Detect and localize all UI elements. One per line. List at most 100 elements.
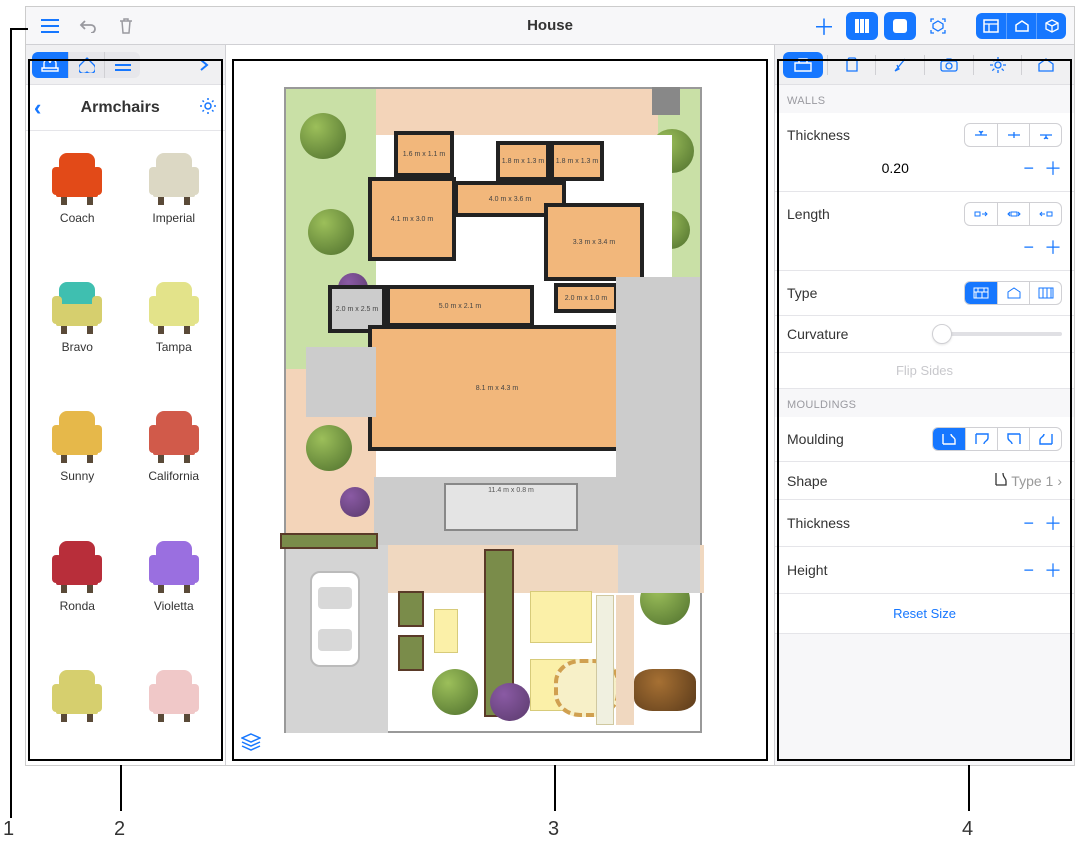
room: 1.6 m x 1.1 m <box>394 131 454 177</box>
layers-icon[interactable] <box>238 731 264 753</box>
moulding-thickness-decrease[interactable]: − <box>1023 513 1034 534</box>
chair-thumbnail <box>142 399 206 463</box>
gear-icon[interactable] <box>199 97 217 118</box>
callout-line-2 <box>120 765 122 811</box>
view-2d-icon[interactable] <box>976 13 1006 39</box>
callout-line-4 <box>968 765 970 811</box>
length-decrease[interactable]: − <box>1023 237 1034 258</box>
thickness-align-center[interactable] <box>997 124 1029 146</box>
length-anchor-left[interactable] <box>965 203 997 225</box>
thickness-increase[interactable]: ＋ <box>1044 155 1062 181</box>
reset-size-button[interactable]: Reset Size <box>775 594 1074 634</box>
library-materials-icon[interactable] <box>68 52 104 78</box>
library-toggle-icon[interactable] <box>846 12 878 40</box>
canvas-area[interactable]: 1.6 m x 1.1 m 1.8 m x 1.3 m 1.8 m x 1.3 … <box>226 45 774 765</box>
curvature-row: Curvature <box>775 316 1074 353</box>
height-label: Height <box>787 562 827 578</box>
thickness-label: Thickness <box>787 127 850 143</box>
library-item[interactable] <box>32 658 123 755</box>
moulding-thickness-increase[interactable]: ＋ <box>1044 510 1062 536</box>
library-expand-icon[interactable] <box>189 52 219 78</box>
room: 1.8 m x 1.3 m <box>496 141 550 181</box>
library-mode-segment <box>32 52 140 78</box>
curvature-label: Curvature <box>787 326 848 342</box>
wall-type-roof[interactable] <box>997 282 1029 304</box>
thickness-decrease[interactable]: − <box>1023 158 1034 179</box>
inspector-tab-materials[interactable] <box>832 52 872 78</box>
library-item-name: Violetta <box>129 599 220 613</box>
length-increase[interactable]: ＋ <box>1044 234 1062 260</box>
library-list-icon[interactable] <box>104 52 140 78</box>
floor-plan-canvas[interactable]: 1.6 m x 1.1 m 1.8 m x 1.3 m 1.8 m x 1.3 … <box>284 87 702 733</box>
add-button[interactable]: ＋ <box>808 12 840 40</box>
library-item-name: Tampa <box>129 340 220 354</box>
library-grid: CoachImperial Bravo Tampa SunnyCaliforniaRo… <box>26 131 225 765</box>
curvature-slider[interactable] <box>932 332 1062 336</box>
length-label: Length <box>787 206 830 222</box>
library-objects-icon[interactable] <box>32 52 68 78</box>
height-decrease[interactable]: − <box>1023 560 1034 581</box>
room: 8.1 m x 4.3 m <box>368 325 626 451</box>
view-mode-segment <box>976 13 1066 39</box>
library-header: ‹ Armchairs <box>26 85 225 131</box>
wall-type-glass[interactable] <box>1029 282 1061 304</box>
library-item[interactable]: California <box>129 399 220 510</box>
inspector-tab-object[interactable] <box>783 52 823 78</box>
room: 4.1 m x 3.0 m <box>368 177 456 261</box>
view-3d-icon[interactable] <box>1036 13 1066 39</box>
inspector-tabs <box>775 45 1074 85</box>
library-item[interactable]: Bravo <box>32 270 123 381</box>
callout-number-1: 1 <box>3 818 14 841</box>
shape-value: Type 1 <box>1011 473 1053 489</box>
ar-icon[interactable] <box>922 12 954 40</box>
shape-preview-icon <box>995 472 1007 489</box>
inspector-tab-cameras[interactable] <box>929 52 969 78</box>
library-item[interactable]: Tampa <box>129 270 220 381</box>
type-label: Type <box>787 285 817 301</box>
thickness-row: Thickness 0.20 − ＋ <box>775 113 1074 192</box>
callout-line-3 <box>554 765 556 811</box>
thickness-align-end[interactable] <box>1029 124 1061 146</box>
callout-line-1v <box>10 28 12 818</box>
thickness-align-start[interactable] <box>965 124 997 146</box>
library-item[interactable]: Violetta <box>129 529 220 640</box>
moulding-crown-left[interactable] <box>965 428 997 450</box>
trash-icon[interactable] <box>110 12 142 40</box>
callout-number-3: 3 <box>548 818 559 841</box>
moulding-crown-right[interactable] <box>997 428 1029 450</box>
undo-icon[interactable] <box>72 12 104 40</box>
library-item[interactable]: Imperial <box>129 141 220 252</box>
inspector-tab-2dprops[interactable] <box>880 52 920 78</box>
callout-line-1 <box>10 28 28 30</box>
chevron-right-icon: › <box>1057 473 1062 489</box>
library-item-name: Bravo <box>32 340 123 354</box>
wall-type-bearing[interactable] <box>965 282 997 304</box>
library-item[interactable] <box>129 658 220 755</box>
height-increase[interactable]: ＋ <box>1044 557 1062 583</box>
library-panel: ‹ Armchairs CoachImperial Bravo Tampa Sunny… <box>26 45 226 765</box>
length-anchor-center[interactable] <box>997 203 1029 225</box>
inspector-tab-lights[interactable] <box>978 52 1018 78</box>
moulding-base-right[interactable] <box>1029 428 1061 450</box>
moulding-label: Moulding <box>787 431 844 447</box>
library-item[interactable]: Ronda <box>32 529 123 640</box>
moulding-base[interactable] <box>933 428 965 450</box>
info-toggle-icon[interactable]: i <box>884 12 916 40</box>
shape-row[interactable]: Shape Type 1 › <box>775 462 1074 500</box>
length-anchor-right[interactable] <box>1029 203 1061 225</box>
chair-thumbnail <box>45 399 109 463</box>
back-icon[interactable]: ‹ <box>34 95 41 121</box>
mouldings-section-label: MOULDINGS <box>775 389 1074 417</box>
menu-icon[interactable] <box>34 12 66 40</box>
room: 3.3 m x 3.4 m <box>544 203 644 281</box>
view-elevation-icon[interactable] <box>1006 13 1036 39</box>
room: 1.8 m x 1.3 m <box>550 141 604 181</box>
chair-thumbnail <box>45 658 109 722</box>
flip-sides-button[interactable]: Flip Sides <box>775 353 1074 389</box>
library-top-bar <box>26 45 225 85</box>
library-item[interactable]: Coach <box>32 141 123 252</box>
library-item[interactable]: Sunny <box>32 399 123 510</box>
inspector-tab-building[interactable] <box>1026 52 1066 78</box>
chair-thumbnail <box>142 529 206 593</box>
wall-type-segment <box>964 281 1062 305</box>
